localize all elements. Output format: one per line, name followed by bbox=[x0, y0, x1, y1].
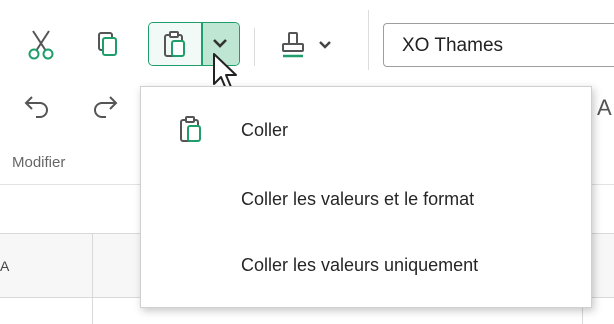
cut-button[interactable] bbox=[22, 26, 60, 64]
copy-button[interactable] bbox=[88, 26, 126, 64]
font-name-value: XO Thames bbox=[402, 35, 504, 56]
menu-item-coller[interactable]: Coller bbox=[141, 105, 591, 155]
undo-button[interactable] bbox=[18, 86, 56, 124]
menu-item-label: Coller bbox=[241, 120, 289, 140]
separator bbox=[368, 10, 369, 70]
redo-icon bbox=[90, 92, 120, 118]
menu-item-label: Coller les valeurs uniquement bbox=[241, 255, 479, 275]
group-label-modifier: Modifier bbox=[12, 154, 66, 171]
column-header-a[interactable]: A bbox=[0, 258, 9, 274]
menu-item-coller-valeurs-uniquement[interactable]: Coller les valeurs uniquement bbox=[141, 241, 591, 291]
chevron-down-icon bbox=[318, 40, 332, 50]
separator bbox=[254, 28, 255, 66]
paste-options-menu: Coller Coller les valeurs et le format C… bbox=[140, 86, 592, 308]
grid-line bbox=[92, 233, 93, 324]
redo-button[interactable] bbox=[86, 86, 124, 124]
paste-button[interactable] bbox=[149, 23, 201, 65]
truncated-ribbon-text: A bbox=[597, 95, 612, 120]
clipboard-icon bbox=[178, 115, 204, 145]
scissors-icon bbox=[26, 29, 56, 61]
font-name-select[interactable]: XO Thames bbox=[383, 23, 614, 67]
format-painter-button[interactable] bbox=[278, 26, 348, 64]
clipboard-icon bbox=[162, 30, 188, 60]
chevron-down-icon bbox=[212, 37, 228, 49]
menu-item-label: Coller les valeurs et le format bbox=[241, 189, 475, 209]
menu-item-coller-valeurs-format[interactable]: Coller les valeurs et le format bbox=[141, 175, 591, 225]
copy-icon bbox=[93, 30, 121, 60]
undo-icon bbox=[22, 92, 52, 118]
paint-brush-icon bbox=[280, 31, 308, 61]
